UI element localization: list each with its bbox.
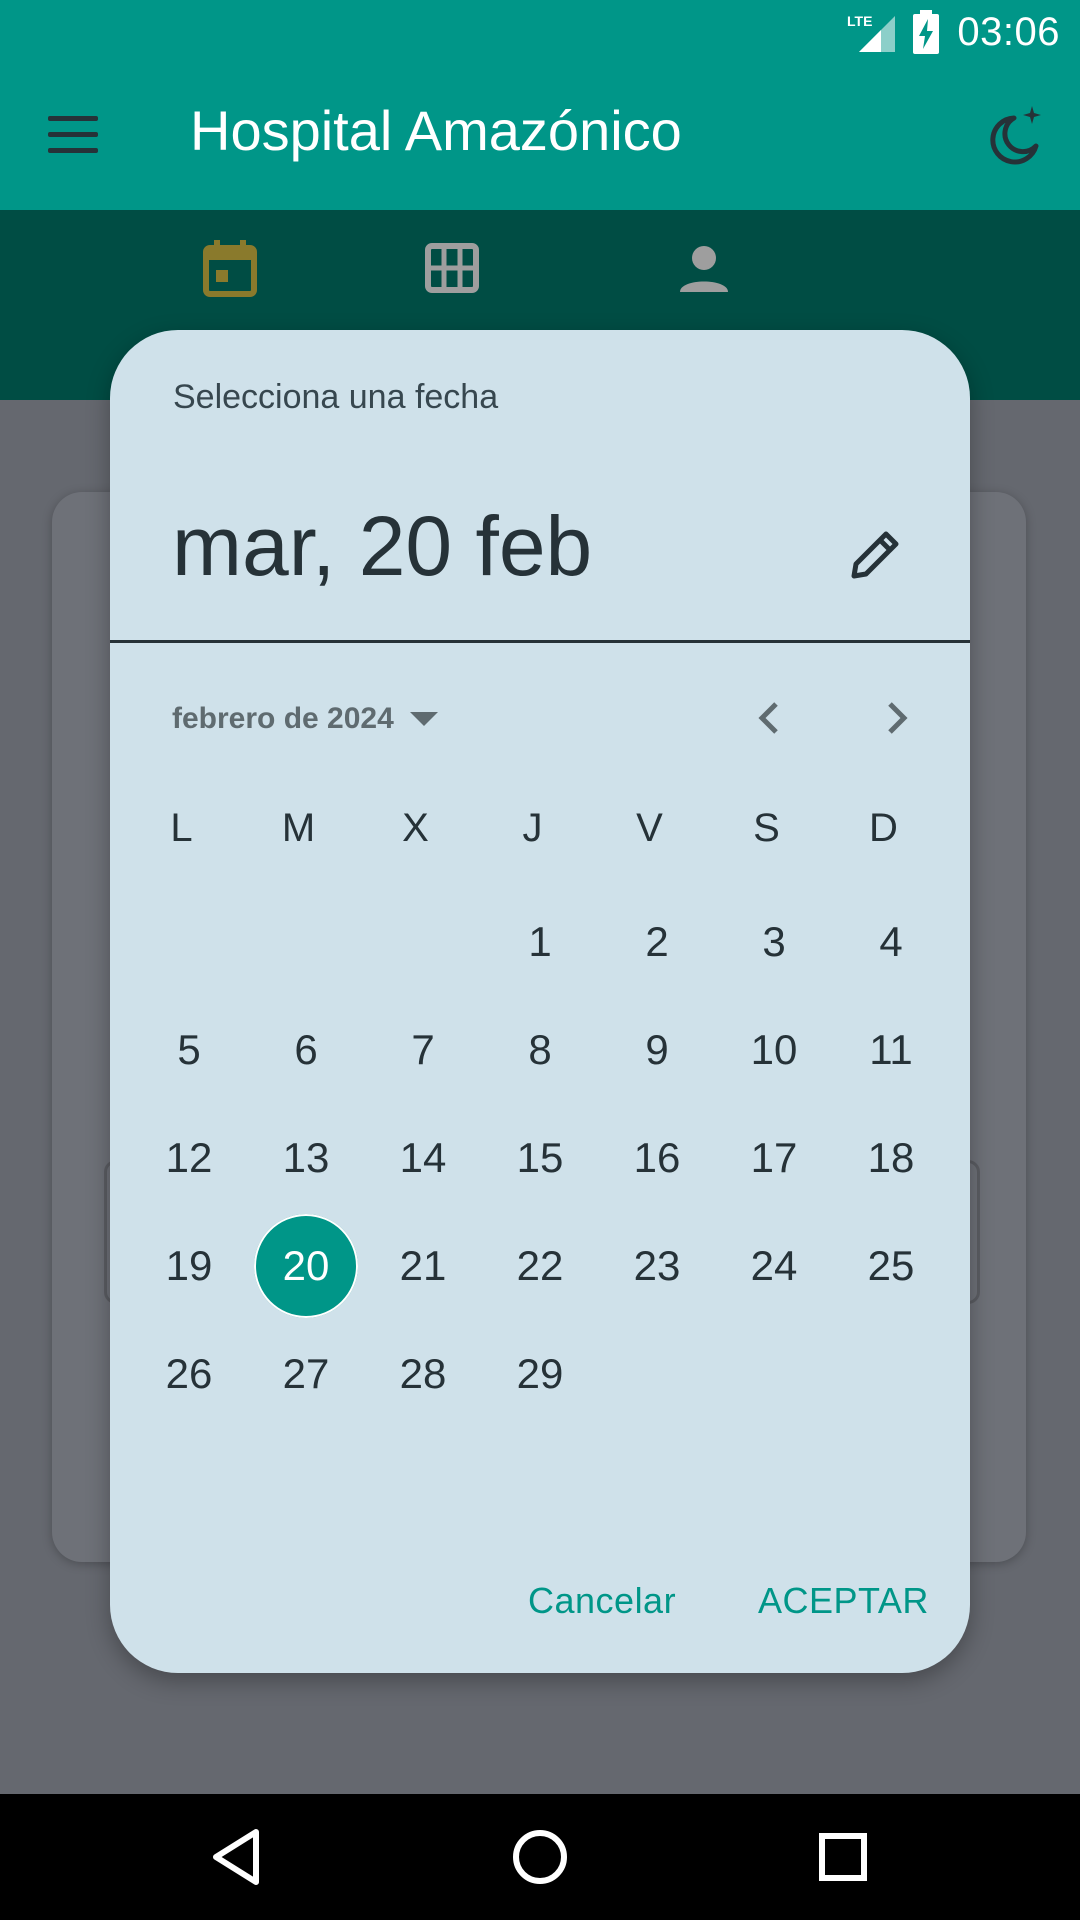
calendar-day[interactable]: 16: [605, 1106, 709, 1210]
calendar-day[interactable]: 3: [722, 890, 826, 994]
calendar-day[interactable]: 12: [137, 1106, 241, 1210]
header-divider: [110, 640, 970, 643]
app-bar: Hospital Amazónico: [0, 64, 1080, 210]
weekday-label: M: [281, 806, 316, 850]
calendar-day[interactable]: 18: [839, 1106, 943, 1210]
lte-signal-icon: LTE: [847, 13, 896, 52]
month-year-selector[interactable]: febrero de 2024: [172, 694, 438, 744]
hamburger-menu-icon[interactable]: [48, 116, 98, 154]
tab-calendar-icon[interactable]: [200, 238, 260, 298]
pencil-icon[interactable]: [848, 526, 904, 582]
night-mode-moon-icon[interactable]: [986, 104, 1046, 168]
home-circle-icon[interactable]: [507, 1824, 573, 1890]
calendar-day[interactable]: 25: [839, 1214, 943, 1318]
calendar-day[interactable]: 26: [137, 1322, 241, 1426]
weekday-label: L: [170, 806, 193, 850]
cancel-button[interactable]: Cancelar: [528, 1580, 676, 1622]
tab-person-icon[interactable]: [674, 238, 734, 298]
calendar-day[interactable]: 11: [839, 998, 943, 1102]
calendar-day[interactable]: 22: [488, 1214, 592, 1318]
app-title: Hospital Amazónico: [190, 99, 682, 162]
calendar-day[interactable]: 10: [722, 998, 826, 1102]
weekday-label: J: [522, 806, 543, 850]
calendar-day[interactable]: 24: [722, 1214, 826, 1318]
weekday-label: S: [753, 806, 780, 850]
calendar-day[interactable]: 17: [722, 1106, 826, 1210]
calendar-day[interactable]: 27: [254, 1322, 358, 1426]
weekday-label: X: [402, 806, 429, 850]
back-triangle-icon[interactable]: [204, 1824, 270, 1890]
chevron-left-icon[interactable]: [742, 690, 798, 746]
calendar-day[interactable]: 1: [488, 890, 592, 994]
calendar-day[interactable]: 14: [371, 1106, 475, 1210]
month-year-label: febrero de 2024: [172, 702, 394, 735]
weekday-label: V: [636, 806, 663, 850]
chevron-right-icon[interactable]: [868, 690, 924, 746]
calendar-day[interactable]: 9: [605, 998, 709, 1102]
status-bar: LTE 03:06: [0, 0, 1080, 64]
system-navigation-bar: [0, 1794, 1080, 1920]
calendar-day[interactable]: 4: [839, 890, 943, 994]
tab-grid-icon[interactable]: [422, 238, 482, 298]
calendar-day[interactable]: 21: [371, 1214, 475, 1318]
calendar-day[interactable]: 15: [488, 1106, 592, 1210]
calendar-day[interactable]: 8: [488, 998, 592, 1102]
status-icons: LTE 03:06: [847, 8, 1060, 56]
accept-button[interactable]: ACEPTAR: [758, 1580, 929, 1622]
calendar-day[interactable]: 19: [137, 1214, 241, 1318]
calendar-day-selected[interactable]: 20: [254, 1214, 358, 1318]
calendar-day[interactable]: 2: [605, 890, 709, 994]
calendar-day[interactable]: 28: [371, 1322, 475, 1426]
calendar-day[interactable]: 6: [254, 998, 358, 1102]
calendar-day[interactable]: 29: [488, 1322, 592, 1426]
calendar-day[interactable]: 13: [254, 1106, 358, 1210]
calendar-day[interactable]: 5: [137, 998, 241, 1102]
network-label: LTE: [847, 13, 872, 29]
date-picker-dialog: Selecciona una fecha mar, 20 feb febrero…: [110, 330, 970, 1673]
status-time: 03:06: [957, 9, 1060, 54]
calendar-day[interactable]: 7: [371, 998, 475, 1102]
dropdown-arrow-icon: [409, 712, 438, 726]
battery-charging-icon: [913, 10, 940, 54]
selected-date-text: mar, 20 feb: [172, 499, 593, 593]
calendar-day[interactable]: 23: [605, 1214, 709, 1318]
dialog-header-label: Selecciona una fecha: [173, 378, 499, 416]
weekday-label: D: [869, 806, 898, 850]
recents-square-icon[interactable]: [810, 1824, 876, 1890]
